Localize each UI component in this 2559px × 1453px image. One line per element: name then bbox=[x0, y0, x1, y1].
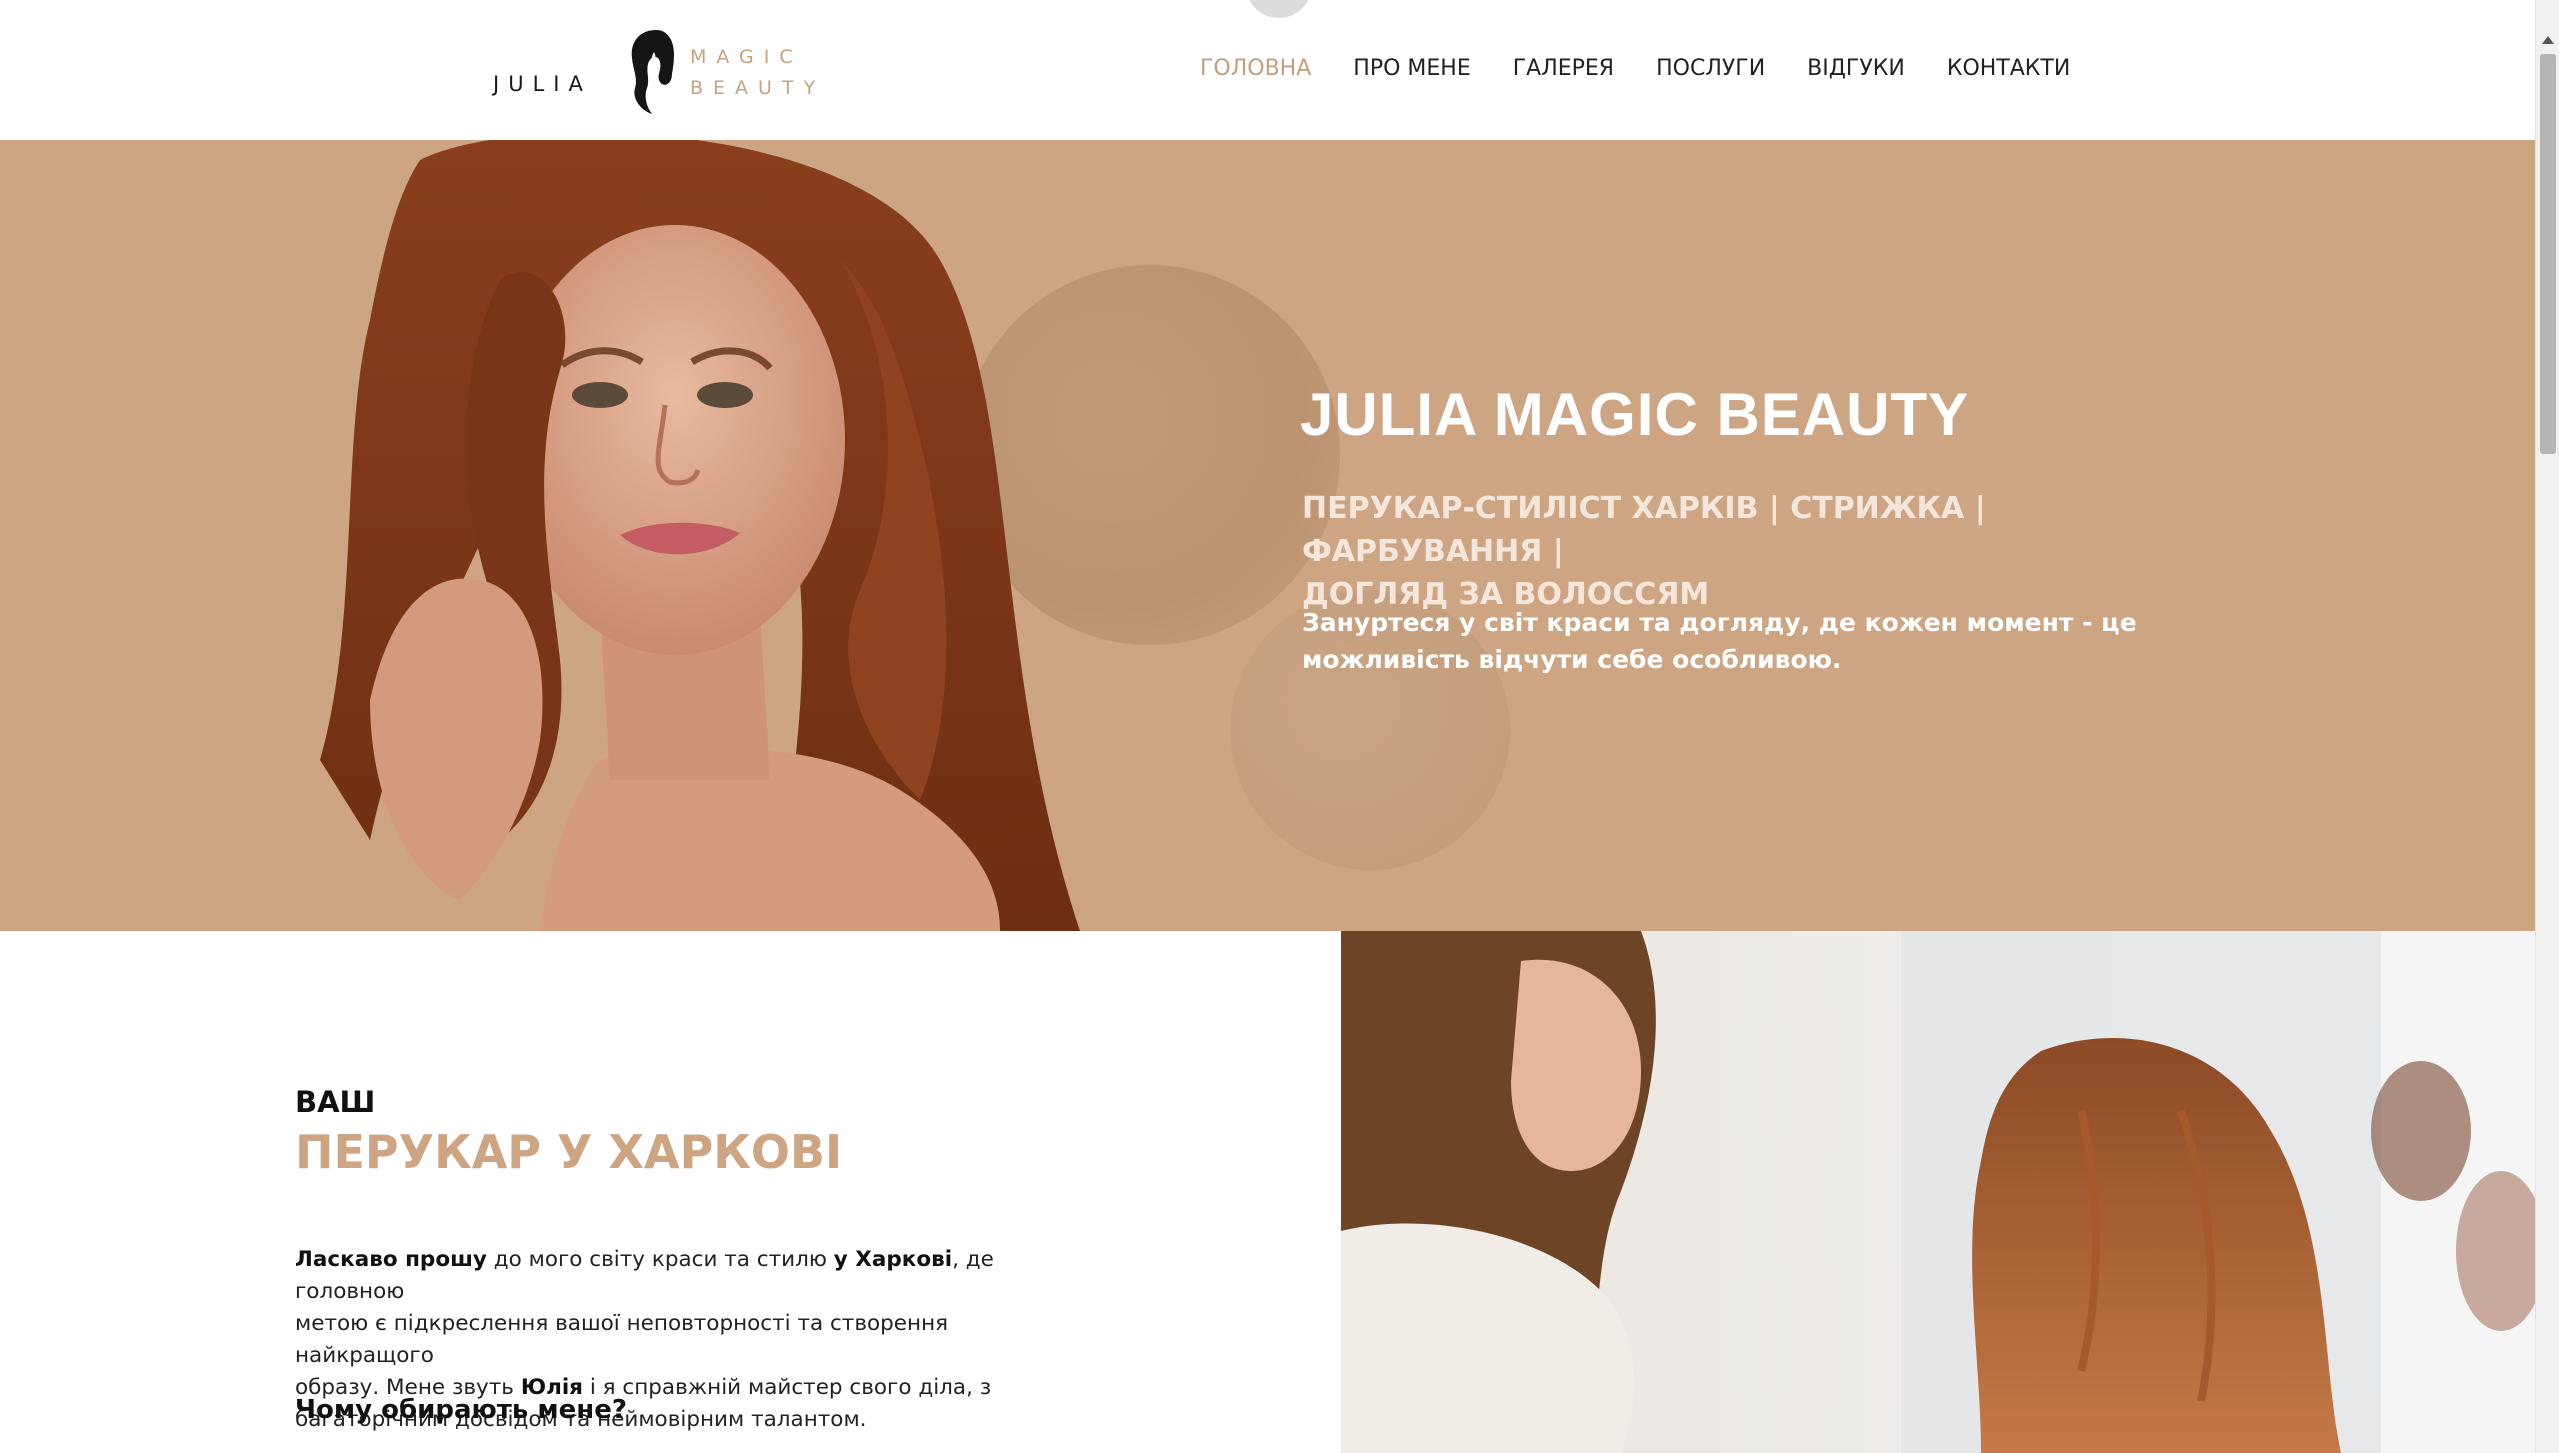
about-text-bold: у Харкові bbox=[833, 1247, 953, 1272]
nav-item-about[interactable]: ПРО МЕНЕ bbox=[1353, 56, 1470, 81]
about-text-span: і я справжній майстер свого діла, з bbox=[583, 1375, 992, 1400]
hero-description-line1: Зануртеся у світ краси та догляду, де ко… bbox=[1302, 608, 2137, 637]
hero-subtitle: ПЕРУКАР-СТИЛІСТ ХАРКІВ | СТРИЖКА | ФАРБУ… bbox=[1302, 487, 2222, 616]
nav-item-gallery[interactable]: ГАЛЕРЕЯ bbox=[1513, 56, 1614, 81]
about-heading: ПЕРУКАР У ХАРКОВІ bbox=[295, 1125, 843, 1179]
hero-description: Зануртеся у світ краси та догляду, де ко… bbox=[1302, 604, 2162, 678]
scrollbar-thumb[interactable] bbox=[2540, 54, 2556, 454]
hero-section: JULIA MAGIC BEAUTY ПЕРУКАР-СТИЛІСТ ХАРКІ… bbox=[0, 140, 2535, 931]
hero-portrait-image bbox=[320, 140, 1080, 931]
about-text-span: до мого світу краси та стилю bbox=[486, 1247, 834, 1272]
logo-text-magic: MAGIC bbox=[690, 46, 803, 68]
nav-item-home[interactable]: ГОЛОВНА bbox=[1200, 56, 1311, 81]
page-scrollbar[interactable] bbox=[2535, 0, 2559, 1453]
hero-description-line2: можливість відчути себе особливою. bbox=[1302, 645, 1842, 674]
logo-text-beauty: BEAUTY bbox=[690, 77, 826, 99]
site-logo[interactable]: JULIA MAGIC BEAUTY bbox=[490, 22, 840, 117]
stylist-at-work-image bbox=[1341, 931, 2535, 1453]
nav-item-reviews[interactable]: ВІДГУКИ bbox=[1807, 56, 1905, 81]
hero-subtitle-line1: ПЕРУКАР-СТИЛІСТ ХАРКІВ | СТРИЖКА | ФАРБУ… bbox=[1302, 491, 1986, 569]
scroll-up-arrow-icon[interactable] bbox=[2542, 36, 2554, 44]
main-nav: ГОЛОВНА ПРО МЕНЕ ГАЛЕРЕЯ ПОСЛУГИ ВІДГУКИ… bbox=[1200, 56, 2112, 81]
nav-item-services[interactable]: ПОСЛУГИ bbox=[1656, 56, 1765, 81]
scroll-top-indicator[interactable] bbox=[1246, 0, 1312, 18]
about-heading-small: ВАШ bbox=[295, 1085, 376, 1119]
site-header: JULIA MAGIC BEAUTY ГОЛОВНА ПРО МЕНЕ ГАЛЕ… bbox=[0, 0, 2535, 140]
about-text-bold: Ласкаво прошу bbox=[295, 1247, 487, 1272]
logo-text-julia: JULIA bbox=[493, 72, 592, 96]
why-choose-me-heading: Чому обирають мене? bbox=[295, 1395, 627, 1425]
about-text-span: метою є підкреслення вашої неповторності… bbox=[295, 1311, 949, 1368]
nav-item-contacts[interactable]: КОНТАКТИ bbox=[1947, 56, 2070, 81]
woman-silhouette-logo-icon bbox=[631, 30, 674, 114]
hero-title: JULIA MAGIC BEAUTY bbox=[1300, 381, 1970, 448]
logo-text-magic-beauty: MAGIC BEAUTY bbox=[690, 42, 825, 104]
